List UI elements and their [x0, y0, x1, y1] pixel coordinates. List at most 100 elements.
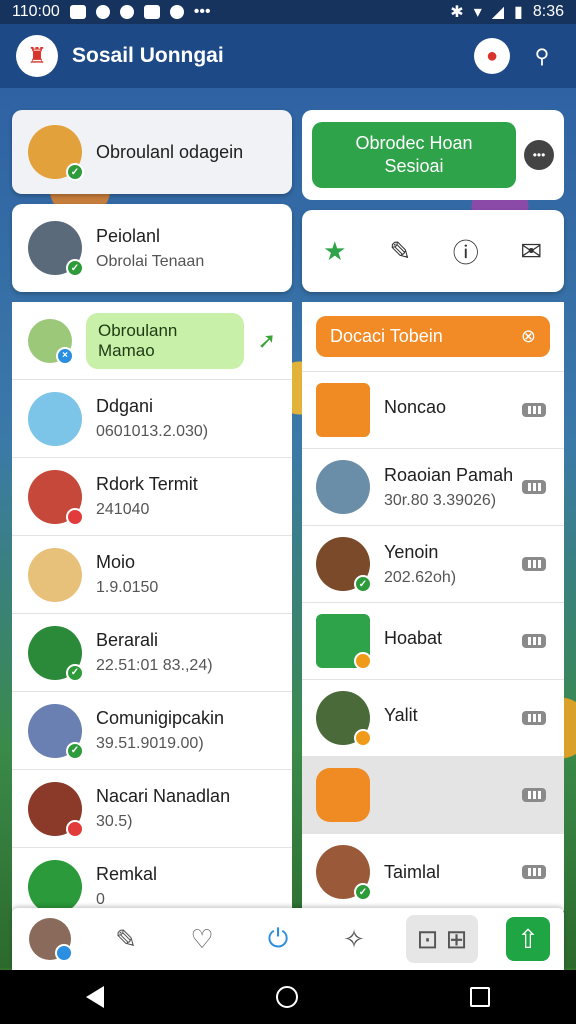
system-nav-bar: [0, 970, 576, 1024]
profile-tab[interactable]: [26, 915, 74, 963]
orange-pill: Docaci Tobein ⊗: [316, 316, 550, 357]
more-icon[interactable]: [522, 865, 546, 879]
bluetooth-icon: ✱: [450, 4, 464, 21]
avatar: [28, 391, 82, 446]
contact-name: Yenoin: [384, 541, 439, 562]
more-icon[interactable]: [522, 711, 546, 725]
games-icon[interactable]: ⊡ ⊞: [406, 915, 478, 963]
avatar: [316, 768, 370, 822]
contact-name: Taimlal: [384, 861, 441, 882]
list-item[interactable]: ✓ Berarali 22.51:01 83.,24): [12, 614, 292, 692]
battery-icon: ▮: [514, 4, 523, 21]
list-item[interactable]: Nacari Nanadlan 30.5): [12, 770, 292, 848]
list-item[interactable]: Roaoian Pamah 30r.80 3.39026): [302, 449, 564, 526]
power-icon[interactable]: ⏻: [254, 915, 302, 963]
arrow-icon[interactable]: ➚: [258, 328, 276, 354]
back-icon[interactable]: [86, 986, 104, 1008]
avatar: [28, 547, 82, 602]
puzzle-icon[interactable]: ✧: [330, 915, 378, 963]
contact-name: Ddgani: [96, 396, 154, 416]
profile-name: Peiolanl: [96, 225, 161, 246]
app-logo-icon: ♜: [16, 35, 58, 77]
list-item[interactable]: Hoabat: [302, 603, 564, 680]
contact-sub: 22.51:01 83.,24): [96, 657, 213, 674]
check-badge-icon: ✓: [66, 163, 84, 181]
list-item[interactable]: Yalit: [302, 680, 564, 757]
contact-name: Nacari Nanadlan: [96, 786, 231, 806]
notifications-icon[interactable]: ♡: [178, 915, 226, 963]
app-bar: ♜ Sosail Uonngai ● ⚲: [0, 24, 576, 88]
avatar: [28, 469, 84, 526]
chat-list-left: × Obroulann Mamao ➚ Ddgani 0601013.2.030)…: [12, 302, 292, 926]
status-badge-icon: [354, 729, 372, 747]
list-item[interactable]: Noncao: [302, 372, 564, 449]
list-item[interactable]: Rdork Termit 241040: [12, 458, 292, 536]
orange-pill-label: Docaci Tobein: [330, 326, 443, 346]
upload-icon[interactable]: ⇧: [506, 917, 550, 961]
recents-icon[interactable]: [470, 987, 490, 1007]
contact-name: Moio: [96, 552, 136, 572]
green-bubble: Obrodec Hoan Sesioai: [312, 121, 516, 189]
status-badge-icon: [66, 819, 84, 838]
contact-sub: 202.62oh): [384, 568, 457, 586]
list-item[interactable]: Moio 1.9.0150: [12, 536, 292, 614]
avatar: [28, 781, 84, 838]
more-icon[interactable]: [522, 557, 546, 571]
contact-sub: 0601013.2.030): [96, 423, 209, 440]
bubble-line1: Obrodec Hoan: [355, 132, 473, 153]
search-icon[interactable]: ⚲: [524, 38, 560, 74]
send-icon[interactable]: ✉: [509, 229, 553, 273]
chat-list-right: Docaci Tobein ⊗ Noncao Roaoian Pamah 30r.…: [302, 302, 564, 911]
shield-icon: [169, 5, 184, 19]
gallery-icon: [69, 5, 86, 19]
status-badge-icon: [66, 507, 84, 526]
status-bar: 110:00 ••• ✱ ▾ ◢ ▮ 8:36: [0, 0, 576, 24]
check-badge-icon: ✓: [354, 575, 372, 593]
chat-icon[interactable]: ●: [474, 38, 510, 74]
home-icon[interactable]: [276, 986, 298, 1008]
list-item[interactable]: × Obroulann Mamao ➚: [12, 302, 292, 380]
more-icon[interactable]: [522, 634, 546, 648]
contact-sub: 0: [96, 891, 105, 908]
top-right-card[interactable]: Obrodec Hoan Sesioai •••: [302, 110, 564, 200]
orange-row[interactable]: Docaci Tobein ⊗: [302, 302, 564, 372]
list-item[interactable]: ✓ Taimlal: [302, 834, 564, 911]
status-badge-icon: [354, 652, 372, 670]
star-icon[interactable]: ★: [313, 229, 357, 273]
avatar: ✓: [316, 845, 372, 901]
avatar: ✓: [28, 703, 84, 760]
check-badge-icon: ✓: [66, 663, 84, 682]
bubble-line2: Sesioai: [384, 156, 444, 176]
pencil-icon[interactable]: ✎: [378, 229, 422, 273]
contact-name: Yalit: [384, 704, 418, 725]
list-item[interactable]: Ddgani 0601013.2.030): [12, 380, 292, 458]
top-left-card[interactable]: ✓ Obroulanl odagein: [12, 110, 292, 194]
profile-card[interactable]: ✓ Peiolanl Obrolai Tenaan: [12, 204, 292, 292]
close-icon[interactable]: ⊗: [521, 326, 536, 347]
x-badge-icon: ×: [56, 346, 74, 365]
contact-name: Remkal: [96, 864, 158, 884]
more-dots-icon: •••: [193, 3, 211, 20]
list-item[interactable]: [302, 757, 564, 834]
avatar: [316, 383, 370, 437]
contact-name: Noncao: [384, 396, 447, 417]
more-icon[interactable]: [522, 480, 546, 494]
location-icon: [95, 5, 110, 19]
avatar: [316, 614, 372, 670]
avatar: ×: [28, 318, 74, 365]
status-clock: 8:36: [532, 3, 564, 20]
check-badge-icon: ✓: [354, 883, 372, 901]
contact-name: Roaoian Pamah: [384, 464, 514, 485]
list-item[interactable]: ✓ Yenoin 202.62oh): [302, 526, 564, 603]
avatar: ✓: [28, 625, 84, 682]
contact-name: Rdork Termit: [96, 474, 198, 494]
more-icon[interactable]: •••: [524, 140, 554, 170]
info-icon[interactable]: ⓘ: [444, 229, 488, 273]
tools-icon[interactable]: ✎: [102, 915, 150, 963]
profile-subtitle: Obrolai Tenaan: [96, 252, 205, 270]
more-icon[interactable]: [522, 788, 546, 802]
avatar: ✓: [28, 125, 84, 181]
avatar: [316, 691, 372, 747]
more-icon[interactable]: [522, 403, 546, 417]
list-item[interactable]: ✓ Comunigipcakin 39.51.9019.00): [12, 692, 292, 770]
